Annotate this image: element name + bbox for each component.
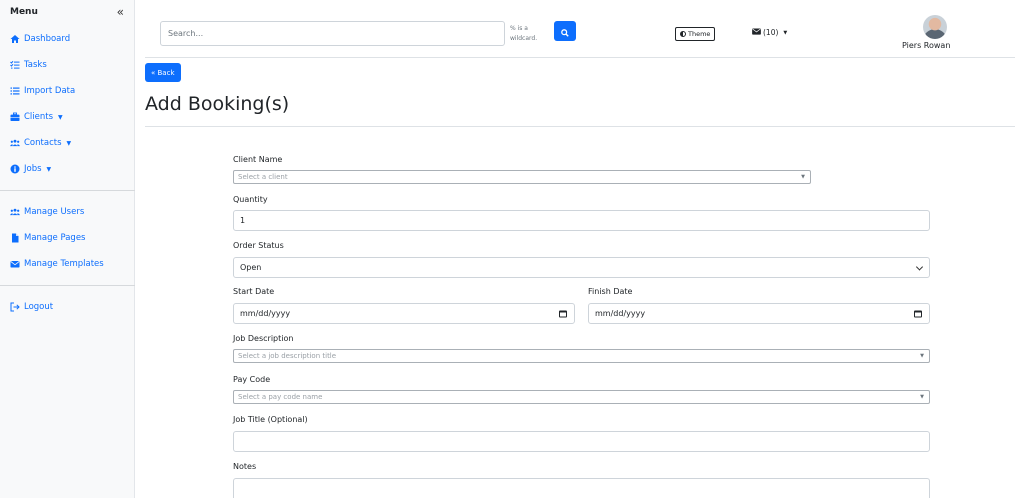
finish-date-input[interactable]: mm/dd/yyyy — [588, 303, 930, 324]
sidebar-item-manage-users[interactable]: Manage Users — [10, 207, 84, 217]
job-description-select[interactable]: Select a job description title ▼ — [233, 349, 930, 363]
sidebar-item-logout[interactable]: Logout — [10, 302, 53, 312]
order-status-select[interactable]: Open — [233, 257, 930, 278]
wildcard-hint: % is a wildcard. — [510, 25, 538, 42]
notes-textarea[interactable] — [233, 478, 930, 498]
sidebar-title: Menu — [10, 7, 38, 17]
chevron-down-icon: ▼ — [58, 113, 63, 121]
chevron-down-icon — [915, 262, 924, 271]
sidebar-item-import-data[interactable]: Import Data — [10, 86, 75, 96]
page-title: Add Booking(s) — [145, 93, 290, 115]
sidebar-header: Menu « — [0, 0, 134, 24]
chevron-down-icon: ▼ — [46, 165, 52, 173]
list-icon — [10, 86, 20, 96]
top-bar: % is a wildcard. Theme (10) ▼ Piers Rowa… — [145, 0, 1015, 58]
sidebar-item-label: Contacts — [24, 138, 62, 148]
users-icon — [10, 207, 20, 217]
sidebar-item-contacts[interactable]: Contacts ▼ — [10, 138, 71, 148]
sidebar: Menu « Dashboard Tasks Import Data Clien… — [0, 0, 135, 498]
start-date-value: mm/dd/yyyy — [240, 309, 291, 318]
calendar-icon[interactable] — [559, 310, 567, 317]
pay-code-select[interactable]: Select a pay code name ▼ — [233, 390, 930, 404]
sidebar-item-manage-templates[interactable]: Manage Templates — [10, 259, 104, 269]
quantity-value: 1 — [240, 216, 246, 225]
users-icon — [10, 138, 20, 148]
sign-out-icon — [10, 302, 20, 312]
envelope-icon — [10, 259, 20, 269]
search-icon — [561, 22, 569, 41]
pay-code-label: Pay Code — [233, 375, 271, 384]
finish-date-label: Finish Date — [588, 287, 633, 296]
pay-code-placeholder: Select a pay code name — [238, 393, 323, 401]
sidebar-item-dashboard[interactable]: Dashboard — [10, 34, 70, 44]
contrast-icon — [680, 31, 686, 37]
sidebar-item-clients[interactable]: Clients ▼ — [10, 112, 63, 122]
sidebar-item-label: Import Data — [24, 86, 76, 96]
sidebar-item-label: Manage Pages — [24, 233, 86, 243]
sidebar-item-label: Manage Users — [24, 207, 85, 217]
chevron-down-icon: ▼ — [920, 394, 924, 400]
sidebar-item-label: Logout — [24, 302, 54, 312]
job-title-label: Job Title (Optional) — [233, 415, 308, 424]
sidebar-item-label: Clients — [24, 112, 54, 122]
order-status-label: Order Status — [233, 241, 284, 250]
search-button[interactable] — [554, 21, 576, 41]
notes-label: Notes — [233, 462, 257, 471]
sidebar-item-tasks[interactable]: Tasks — [10, 60, 47, 70]
theme-label: Theme — [688, 30, 711, 38]
job-title-input[interactable] — [233, 431, 930, 452]
order-status-value: Open — [240, 263, 262, 272]
briefcase-icon — [10, 112, 20, 122]
finish-date-value: mm/dd/yyyy — [595, 309, 646, 318]
quantity-input[interactable]: 1 — [233, 210, 930, 231]
sidebar-item-label: Dashboard — [24, 34, 71, 44]
job-description-placeholder: Select a job description title — [238, 352, 337, 360]
quantity-label: Quantity — [233, 195, 268, 204]
envelope-icon — [752, 28, 761, 37]
list-check-icon — [10, 60, 20, 70]
chevron-down-icon: ▼ — [920, 353, 924, 359]
job-description-label: Job Description — [233, 334, 294, 343]
sidebar-item-jobs[interactable]: Jobs ▼ — [10, 164, 51, 174]
calendar-icon[interactable] — [914, 310, 922, 317]
sidebar-divider — [0, 285, 135, 286]
chevron-down-icon: ▼ — [66, 139, 72, 147]
sidebar-divider — [0, 190, 135, 191]
back-button[interactable]: « Back — [145, 63, 181, 82]
chevron-down-icon: ▼ — [801, 174, 805, 180]
sidebar-item-label: Jobs — [24, 164, 42, 174]
file-icon — [10, 233, 20, 243]
message-count: (10) — [763, 28, 779, 37]
info-circle-icon — [10, 164, 20, 174]
collapse-sidebar-icon[interactable]: « — [117, 5, 124, 19]
home-icon — [10, 34, 20, 44]
theme-toggle-button[interactable]: Theme — [675, 27, 716, 41]
messages-dropdown[interactable]: (10) ▼ — [752, 28, 787, 37]
user-name[interactable]: Piers Rowan — [902, 41, 950, 50]
start-date-input[interactable]: mm/dd/yyyy — [233, 303, 575, 324]
chevron-down-icon: ▼ — [783, 29, 788, 36]
search-input[interactable] — [160, 21, 505, 46]
client-name-label: Client Name — [233, 155, 283, 164]
client-name-select[interactable]: Select a client ▼ — [233, 170, 811, 184]
client-name-placeholder: Select a client — [238, 173, 288, 181]
sidebar-item-label: Tasks — [24, 60, 47, 70]
start-date-label: Start Date — [233, 287, 275, 296]
title-divider — [145, 126, 1015, 127]
avatar[interactable] — [923, 15, 947, 39]
sidebar-item-manage-pages[interactable]: Manage Pages — [10, 233, 85, 243]
sidebar-item-label: Manage Templates — [24, 259, 104, 269]
